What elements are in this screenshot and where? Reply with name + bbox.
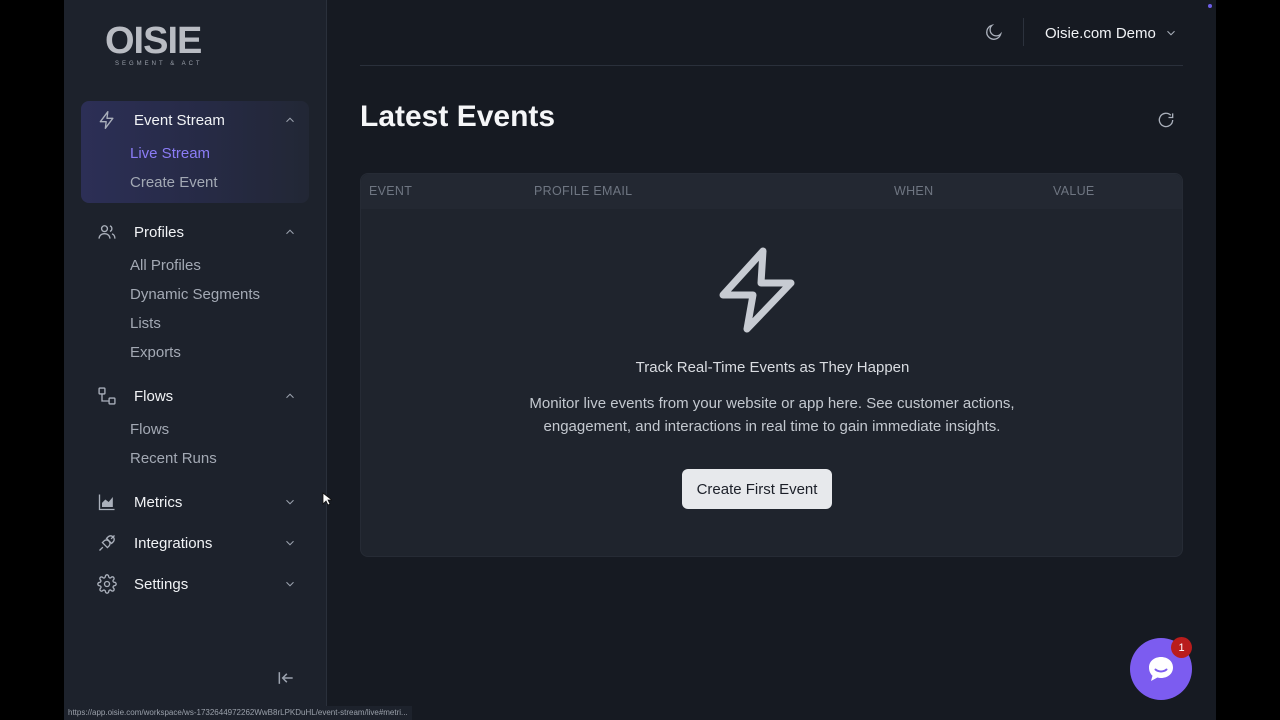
mouse-cursor-icon xyxy=(322,492,332,506)
gear-icon xyxy=(97,574,117,594)
workspace-name: Oisie.com Demo xyxy=(1045,24,1156,42)
nav-group-label: Profiles xyxy=(134,223,185,241)
notification-badge: 1 xyxy=(1171,637,1192,658)
column-header-value[interactable]: VALUE xyxy=(1053,184,1095,198)
empty-state-description: Monitor live events from your website or… xyxy=(529,395,1015,435)
nav-group-label: Integrations xyxy=(134,534,213,552)
sidebar-item-create-event[interactable]: Create Event xyxy=(81,168,309,197)
column-header-event[interactable]: EVENT xyxy=(369,184,412,198)
nav-group-settings: Settings xyxy=(81,565,309,603)
nav-group-header-settings[interactable]: Settings xyxy=(81,565,309,603)
chevron-down-icon[interactable] xyxy=(283,577,297,591)
app-window: OISIE SEGMENT & ACT Event Stream Live St… xyxy=(64,0,1216,720)
flow-icon xyxy=(97,386,117,406)
nav-group-header-integrations[interactable]: Integrations xyxy=(81,524,309,562)
sidebar-nav: Event Stream Live Stream Create Event Pr… xyxy=(81,101,309,613)
chat-icon xyxy=(1149,657,1173,681)
create-first-event-button[interactable]: Create First Event xyxy=(682,469,832,509)
logo-wordmark: OISIE xyxy=(105,20,202,62)
sidebar-item-exports[interactable]: Exports xyxy=(81,338,309,367)
nav-group-header-metrics[interactable]: Metrics xyxy=(81,483,309,521)
nav-group-header-flows[interactable]: Flows xyxy=(81,377,309,415)
sidebar-item-recent-runs[interactable]: Recent Runs xyxy=(81,444,309,473)
nav-group-label: Settings xyxy=(134,575,189,593)
column-header-profile-email[interactable]: PROFILE EMAIL xyxy=(534,184,632,198)
nav-group-flows: Flows Flows Recent Runs xyxy=(81,377,309,473)
plug-icon xyxy=(97,533,117,553)
nav-group-metrics: Metrics xyxy=(81,483,309,521)
chevron-down-icon[interactable] xyxy=(283,536,297,550)
chevron-up-icon[interactable] xyxy=(283,389,297,403)
divider xyxy=(1023,18,1024,46)
sidebar-item-lists[interactable]: Lists xyxy=(81,309,309,338)
nav-group-label: Flows xyxy=(134,387,174,405)
lightning-icon xyxy=(717,247,797,333)
events-table: EVENT PROFILE EMAIL WHEN VALUE Track Rea… xyxy=(360,173,1183,557)
sidebar-item-dynamic-segments[interactable]: Dynamic Segments xyxy=(81,280,309,309)
lightning-icon xyxy=(97,110,117,130)
nav-group-header-profiles[interactable]: Profiles xyxy=(81,213,309,251)
sidebar-item-all-profiles[interactable]: All Profiles xyxy=(81,251,309,280)
chart-icon xyxy=(97,492,117,512)
nav-group-label: Event Stream xyxy=(134,111,225,129)
refresh-icon[interactable] xyxy=(1156,110,1176,130)
collapse-sidebar-icon[interactable] xyxy=(276,668,298,688)
table-header: EVENT PROFILE EMAIL WHEN VALUE xyxy=(361,174,1182,209)
indicator-dot xyxy=(1208,4,1212,8)
logo-tagline: SEGMENT & ACT xyxy=(115,61,203,67)
nav-group-profiles: Profiles All Profiles Dynamic Segments L… xyxy=(81,213,309,367)
status-bar-url: https://app.oisie.com/workspace/ws-17326… xyxy=(64,706,412,720)
column-header-when[interactable]: WHEN xyxy=(894,184,933,198)
moon-icon[interactable] xyxy=(984,22,1004,42)
page-title: Latest Events xyxy=(360,100,556,133)
chevron-down-icon xyxy=(1164,26,1178,40)
empty-state-title: Track Real-Time Events as They Happen xyxy=(635,359,910,376)
nav-group-integrations: Integrations xyxy=(81,524,309,562)
workspace-selector[interactable]: Oisie.com Demo xyxy=(1045,22,1178,44)
sidebar-item-flows[interactable]: Flows xyxy=(81,415,309,444)
nav-group-header-event-stream[interactable]: Event Stream xyxy=(81,101,309,139)
logo[interactable]: OISIE SEGMENT & ACT xyxy=(105,22,215,70)
chevron-down-icon[interactable] xyxy=(283,495,297,509)
chevron-up-icon[interactable] xyxy=(283,113,297,127)
topbar: Oisie.com Demo xyxy=(360,0,1183,66)
sidebar-item-live-stream[interactable]: Live Stream xyxy=(81,139,309,168)
nav-group-label: Metrics xyxy=(134,493,183,511)
users-icon xyxy=(97,222,117,242)
chevron-up-icon[interactable] xyxy=(283,225,297,239)
sidebar: OISIE SEGMENT & ACT Event Stream Live St… xyxy=(64,0,327,720)
nav-group-event-stream: Event Stream Live Stream Create Event xyxy=(81,101,309,203)
